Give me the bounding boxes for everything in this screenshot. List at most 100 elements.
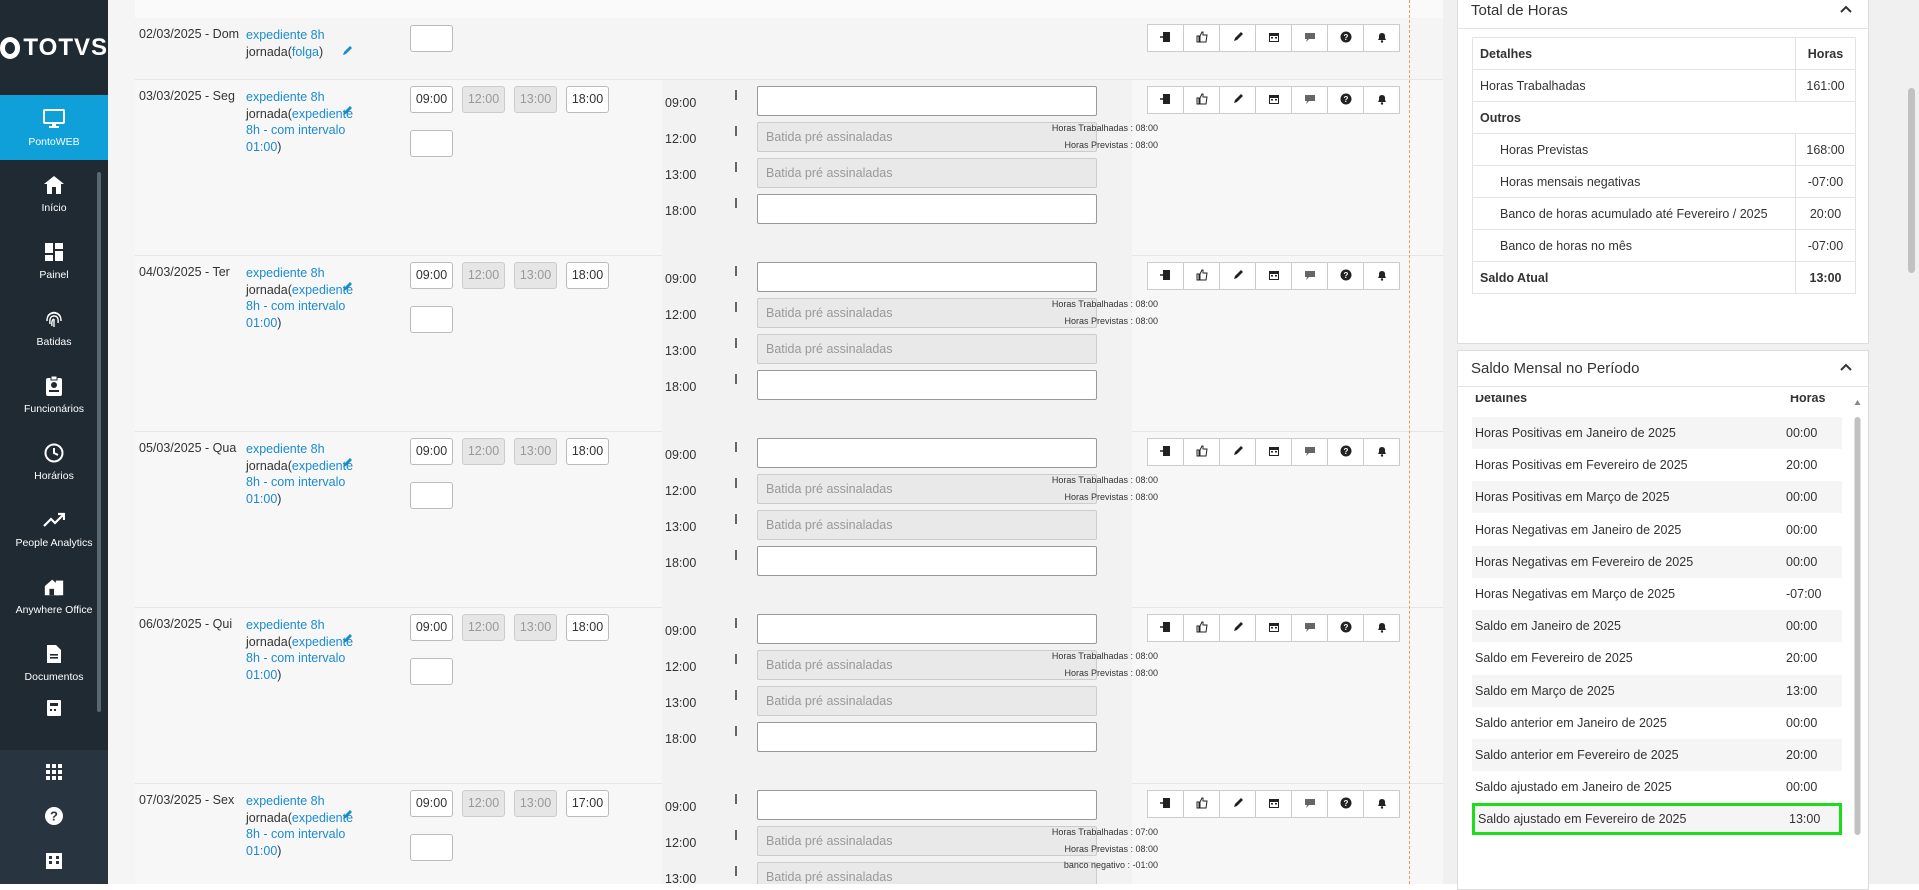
pencil-button[interactable] (1219, 438, 1256, 466)
expediente-link[interactable]: expediente 8h (246, 442, 325, 456)
schedule-time-box[interactable]: 09:00 (410, 262, 453, 289)
edit-pencil-icon[interactable] (342, 280, 354, 292)
sidebar-item-more[interactable] (0, 696, 108, 726)
pencil-button[interactable] (1219, 86, 1256, 114)
door-button[interactable] (1147, 24, 1184, 52)
thumbs-up-button[interactable] (1183, 614, 1220, 642)
sidebar-item-people-analytics[interactable]: People Analytics (0, 495, 108, 562)
bell-button[interactable] (1363, 790, 1400, 818)
punch-input[interactable]: Batida pré assinaladas (757, 158, 1097, 188)
question-button[interactable]: ? (1327, 24, 1364, 52)
sidebar-item-in-cio[interactable]: Início (0, 160, 108, 227)
thumbs-up-button[interactable] (1183, 86, 1220, 114)
schedule-time-box[interactable]: 18:00 (566, 86, 609, 113)
schedule-time-box[interactable]: 18:00 (566, 614, 609, 641)
punch-input[interactable] (757, 438, 1097, 468)
sidebar-item-documentos[interactable]: Documentos (0, 629, 108, 696)
comment-button[interactable] (1291, 86, 1328, 114)
calendar-button[interactable] (1255, 24, 1292, 52)
schedule-time-box[interactable]: 18:00 (566, 262, 609, 289)
extra-time-box[interactable] (410, 834, 453, 861)
door-button[interactable] (1147, 438, 1184, 466)
schedule-time-box[interactable]: 09:00 (410, 790, 453, 817)
comment-button[interactable] (1291, 438, 1328, 466)
extra-time-box[interactable] (410, 130, 453, 157)
saldo-mensal-header[interactable]: Saldo Mensal no Período (1458, 351, 1868, 387)
thumbs-up-button[interactable] (1183, 24, 1220, 52)
punch-input[interactable] (757, 790, 1097, 820)
extra-time-box[interactable] (410, 482, 453, 509)
extra-time-box[interactable] (410, 658, 453, 685)
expediente-link[interactable]: expediente 8h (246, 90, 325, 104)
punch-input[interactable] (757, 722, 1097, 752)
table-scrollbar[interactable] (1854, 395, 1861, 835)
building-icon[interactable] (0, 838, 108, 882)
schedule-time-box[interactable]: 09:00 (410, 86, 453, 113)
sidebar-item-hor-rios[interactable]: Horários (0, 428, 108, 495)
apps-grid-icon[interactable] (0, 750, 108, 794)
comment-button[interactable] (1291, 790, 1328, 818)
bell-button[interactable] (1363, 86, 1400, 114)
question-button[interactable]: ? (1327, 438, 1364, 466)
pencil-button[interactable] (1219, 24, 1256, 52)
bell-button[interactable] (1363, 262, 1400, 290)
sidebar-item-pontoweb[interactable]: PontoWEB (0, 95, 108, 160)
bell-button[interactable] (1363, 24, 1400, 52)
help-icon[interactable]: ? (0, 794, 108, 838)
door-button[interactable] (1147, 86, 1184, 114)
expediente-link[interactable]: expediente 8h (246, 28, 325, 42)
schedule-time-box[interactable]: 09:00 (410, 614, 453, 641)
punch-input[interactable] (757, 194, 1097, 224)
edit-pencil-icon[interactable] (342, 456, 354, 468)
punch-input[interactable] (757, 262, 1097, 292)
edit-pencil-icon[interactable] (342, 44, 354, 56)
schedule-time-box[interactable] (410, 25, 453, 52)
calendar-button[interactable] (1255, 262, 1292, 290)
comment-button[interactable] (1291, 262, 1328, 290)
pencil-button[interactable] (1219, 790, 1256, 818)
door-button[interactable] (1147, 790, 1184, 818)
punch-input[interactable]: Batida pré assinaladas (757, 510, 1097, 540)
chevron-up-icon[interactable] (1840, 4, 1852, 16)
thumbs-up-button[interactable] (1183, 262, 1220, 290)
pencil-button[interactable] (1219, 614, 1256, 642)
pencil-button[interactable] (1219, 262, 1256, 290)
calendar-button[interactable] (1255, 614, 1292, 642)
calendar-button[interactable] (1255, 790, 1292, 818)
punch-input[interactable]: Batida pré assinaladas (757, 334, 1097, 364)
edit-pencil-icon[interactable] (342, 808, 354, 820)
page-scrollbar[interactable] (1908, 88, 1915, 273)
bell-button[interactable] (1363, 614, 1400, 642)
comment-button[interactable] (1291, 24, 1328, 52)
punch-input[interactable] (757, 370, 1097, 400)
sidebar-item-painel[interactable]: Painel (0, 227, 108, 294)
question-button[interactable]: ? (1327, 86, 1364, 114)
totvs-logo[interactable]: TOTVS (0, 0, 108, 95)
comment-button[interactable] (1291, 614, 1328, 642)
punch-input[interactable]: Batida pré assinaladas (757, 686, 1097, 716)
extra-time-box[interactable] (410, 306, 453, 333)
chevron-up-icon[interactable] (1840, 362, 1852, 374)
calendar-button[interactable] (1255, 438, 1292, 466)
expediente-link[interactable]: expediente 8h (246, 794, 325, 808)
question-button[interactable]: ? (1327, 614, 1364, 642)
door-button[interactable] (1147, 262, 1184, 290)
jornada-link[interactable]: folga (292, 45, 319, 59)
question-button[interactable]: ? (1327, 262, 1364, 290)
schedule-time-box[interactable]: 18:00 (566, 438, 609, 465)
edit-pencil-icon[interactable] (342, 104, 354, 116)
total-horas-header[interactable]: Total de Horas (1458, 0, 1868, 29)
thumbs-up-button[interactable] (1183, 438, 1220, 466)
sidebar-item-batidas[interactable]: Batidas (0, 294, 108, 361)
bell-button[interactable] (1363, 438, 1400, 466)
sidebar-item-funcion-rios[interactable]: Funcionários (0, 361, 108, 428)
calendar-button[interactable] (1255, 86, 1292, 114)
schedule-time-box[interactable]: 17:00 (566, 790, 609, 817)
door-button[interactable] (1147, 614, 1184, 642)
expediente-link[interactable]: expediente 8h (246, 618, 325, 632)
schedule-time-box[interactable]: 09:00 (410, 438, 453, 465)
saldo-mensal-table[interactable]: Detalhes Horas Horas Positivas em Janeir… (1472, 395, 1852, 835)
question-button[interactable]: ? (1327, 790, 1364, 818)
sidebar-scrollbar[interactable] (97, 172, 101, 712)
sidebar-item-anywhere-office[interactable]: Anywhere Office (0, 562, 108, 629)
